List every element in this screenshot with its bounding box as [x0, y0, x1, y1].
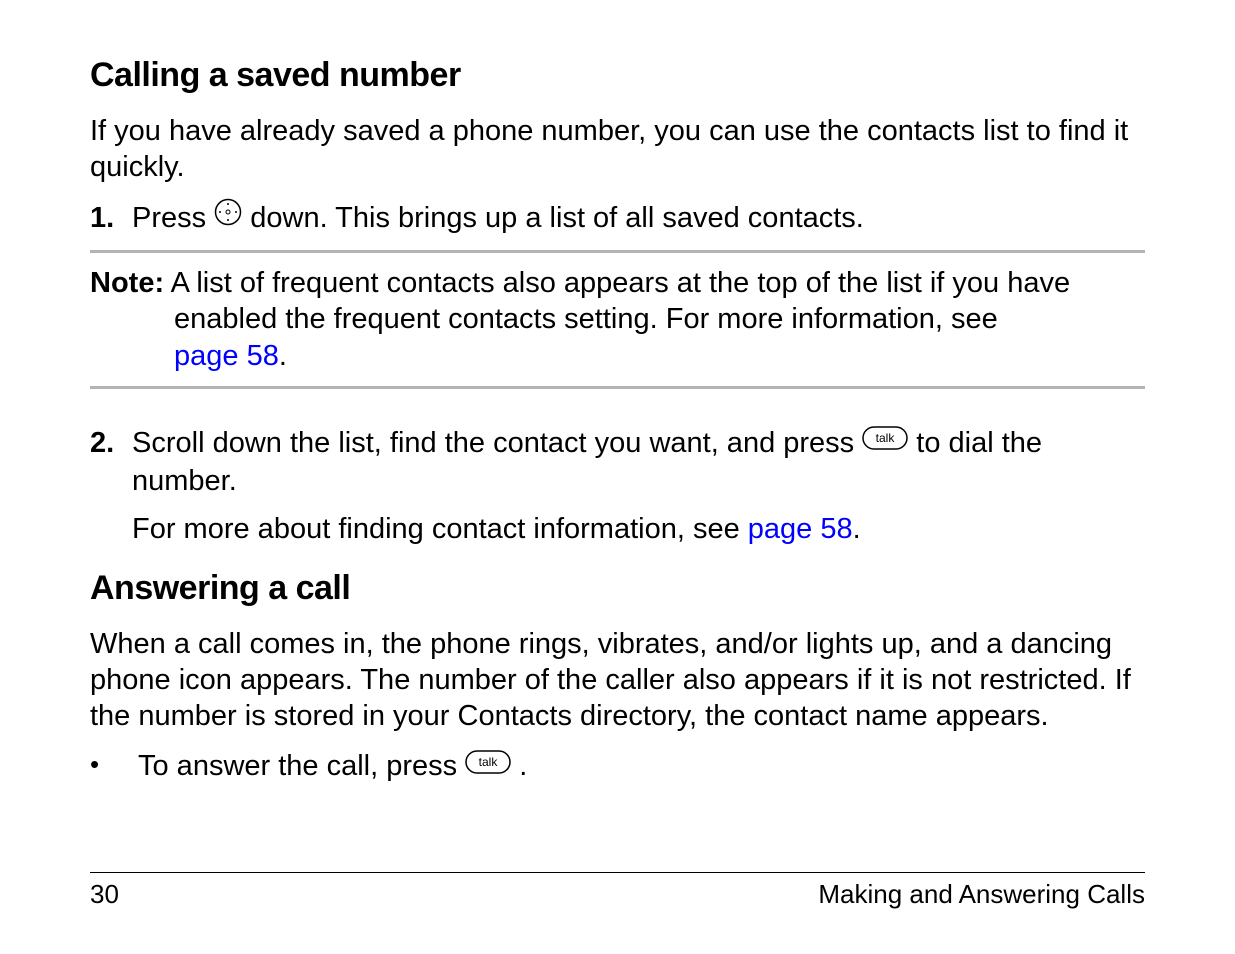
step-2-more-before: For more about finding contact informati… [132, 513, 748, 545]
heading-calling-saved-number: Calling a saved number [90, 56, 1145, 95]
step-2-body: Scroll down the list, find the contact y… [132, 425, 1145, 559]
step-1: 1. Press down. This brings up a list of … [90, 200, 1145, 239]
note-page58-link[interactable]: page 58 [174, 340, 279, 372]
step-2-more-period: . [853, 513, 861, 545]
note-line3: page 58. [174, 338, 1145, 374]
bullet-text-before: To answer the call, press [138, 750, 465, 782]
intro-calling-saved: If you have already saved a phone number… [90, 113, 1145, 186]
bullet-dot: • [90, 748, 138, 782]
bullet-body: To answer the call, press talk . [138, 748, 1145, 786]
manual-page: Calling a saved number If you have alrea… [0, 0, 1235, 954]
bullet-answer-call: • To answer the call, press talk . [90, 748, 1145, 786]
heading-answering-call: Answering a call [90, 569, 1145, 608]
step-2-text-before: Scroll down the list, find the contact y… [132, 427, 862, 459]
note-block: Note: A list of frequent contacts also a… [90, 250, 1145, 389]
page-number: 30 [90, 879, 119, 910]
note-period: . [279, 340, 287, 372]
note-line1: Note: A list of frequent contacts also a… [90, 265, 1145, 301]
nav-key-icon [214, 198, 242, 237]
talk-key-icon: talk [862, 423, 908, 461]
bullet-text-after: . [519, 750, 527, 782]
chapter-title: Making and Answering Calls [818, 879, 1145, 910]
talk-key-label: talk [876, 431, 896, 445]
step-2: 2. Scroll down the list, find the contac… [90, 425, 1145, 559]
note-label: Note: [90, 267, 164, 299]
step-2-page58-link[interactable]: page 58 [748, 513, 853, 545]
note-line1-text: A list of frequent contacts also appears… [164, 267, 1070, 299]
step-1-text-after: down. This brings up a list of all saved… [250, 202, 864, 234]
step-1-body: Press down. This brings up a list of all… [132, 200, 1145, 239]
talk-key-label: talk [479, 755, 499, 769]
page-footer: 30 Making and Answering Calls [90, 872, 1145, 910]
step-2-number: 2. [90, 425, 132, 463]
step-1-number: 1. [90, 200, 132, 238]
intro-answering-call: When a call comes in, the phone rings, v… [90, 626, 1145, 735]
note-line2-text: enabled the frequent contacts setting. F… [174, 303, 998, 335]
step-1-text-before: Press [132, 202, 214, 234]
talk-key-icon: talk [465, 747, 511, 785]
note-line2: enabled the frequent contacts setting. F… [174, 301, 1145, 337]
